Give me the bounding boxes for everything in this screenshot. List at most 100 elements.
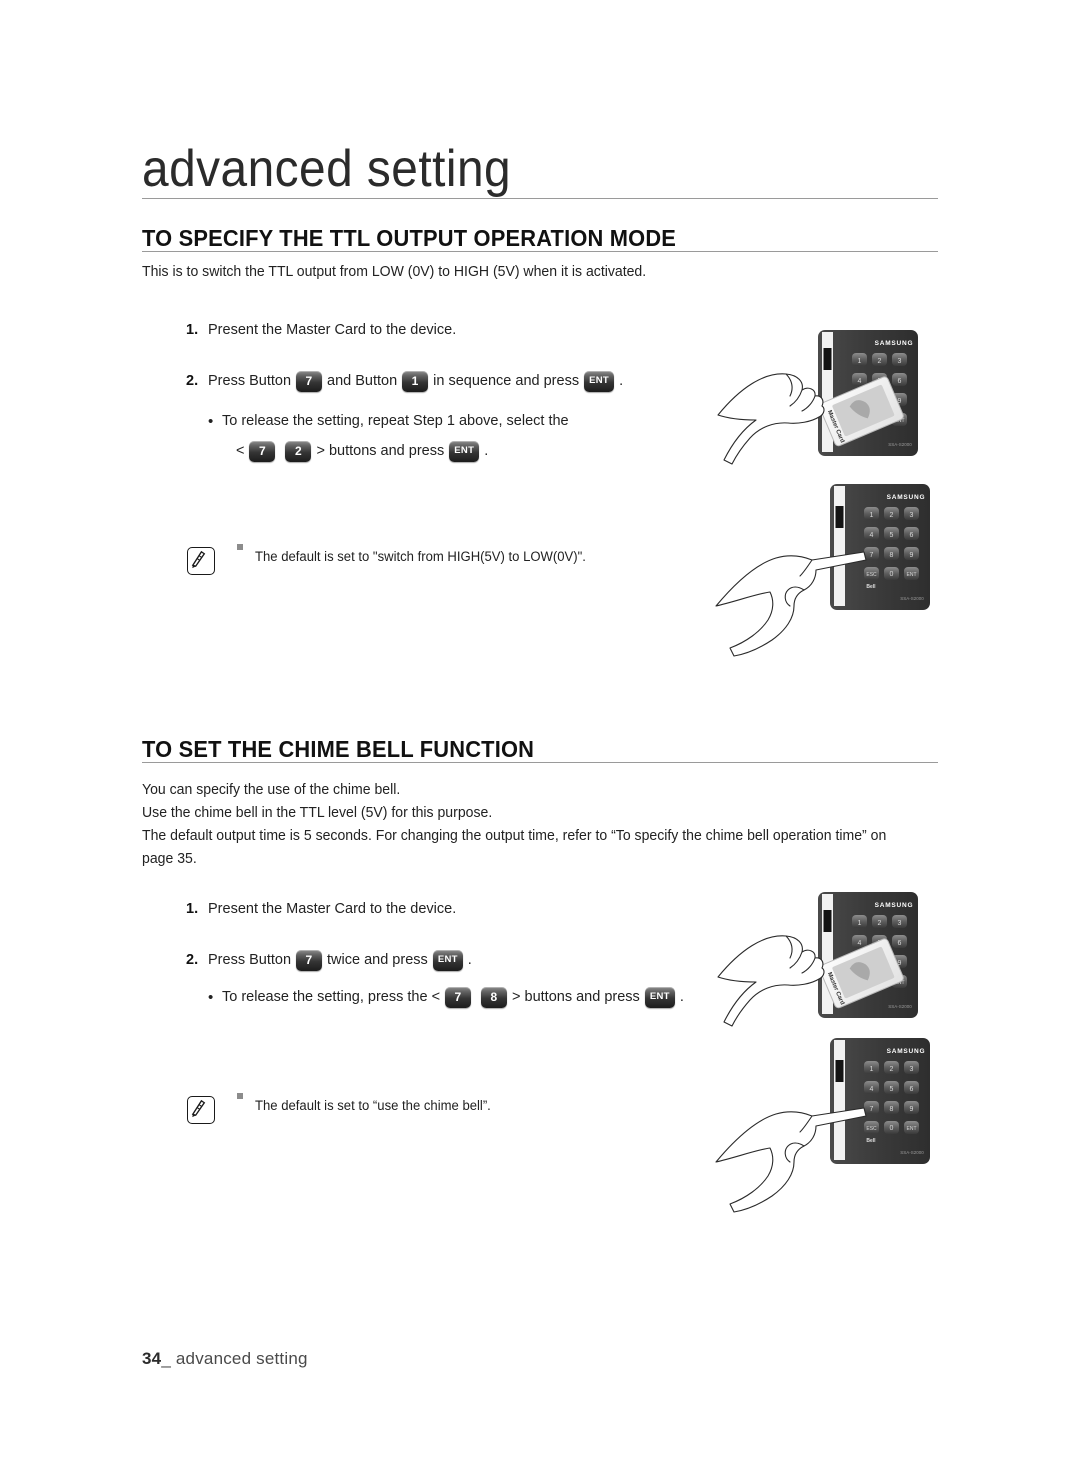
svg-text:SSA-S2000: SSA-S2000: [888, 1004, 912, 1009]
step-text-mid: and Button: [327, 373, 398, 389]
svg-text:1: 1: [870, 512, 874, 519]
svg-text:SSA-S2000: SSA-S2000: [900, 1150, 924, 1155]
note-block-default-ttl: The default is set to "switch from HIGH(…: [187, 544, 596, 575]
illustration-present-master-card: SAMSUNG 123 456 789 ESC0ENT Bell SSA-S20…: [712, 320, 962, 480]
bullet-dot-icon: •: [208, 412, 214, 430]
svg-text:4: 4: [858, 378, 862, 385]
step-text-pre: Press Button: [208, 373, 292, 389]
svg-text:ENT: ENT: [907, 1126, 917, 1132]
svg-text:SAMSUNG: SAMSUNG: [875, 902, 914, 909]
illustration-present-master-card: SAMSUNG 123 456 789 ESC0ENT Bell SSA-S20…: [712, 882, 962, 1042]
bullet-line-1: To release the setting, repeat Step 1 ab…: [222, 413, 569, 429]
svg-text:2: 2: [878, 920, 882, 927]
note-text: The default is set to "switch from HIGH(…: [255, 549, 586, 564]
note-square-bullet-icon: [237, 1093, 243, 1099]
note-pen-icon: [187, 547, 215, 575]
svg-text:1: 1: [858, 358, 862, 365]
svg-text:5: 5: [890, 1086, 894, 1093]
step-text: Present the Master Card to the device.: [208, 901, 457, 917]
svg-text:6: 6: [898, 378, 902, 385]
svg-text:0: 0: [890, 571, 894, 578]
chapter-title: advanced setting: [142, 140, 512, 198]
key-7-icon: 7: [249, 440, 276, 462]
chapter-title-rule: [142, 198, 938, 199]
svg-text:3: 3: [898, 920, 902, 927]
svg-text:0: 0: [890, 1125, 894, 1132]
svg-text:4: 4: [870, 532, 874, 539]
key-8-icon: 8: [481, 986, 508, 1008]
note-square-bullet-icon: [237, 544, 243, 550]
svg-text:4: 4: [858, 940, 862, 947]
key-7-icon: 7: [296, 949, 323, 971]
note-text: The default is set to “use the chime bel…: [255, 1098, 491, 1113]
step-1-present-card: 1. Present the Master Card to the device…: [186, 318, 456, 342]
svg-text:8: 8: [890, 552, 894, 559]
step-text: Present the Master Card to the device.: [208, 322, 457, 338]
key-7-icon: 7: [445, 986, 472, 1008]
key-7-icon: 7: [296, 370, 323, 392]
step-2-press-button-twice: 2. Press Button 7 twice and press ENT .: [186, 948, 472, 972]
step-text-pre: Press Button: [208, 952, 292, 968]
section-1-intro: This is to switch the TTL output from LO…: [142, 264, 647, 280]
svg-text:3: 3: [910, 1066, 914, 1073]
svg-text:ESC: ESC: [866, 572, 877, 578]
section-2-intro-line-3: The default output time is 5 seconds. Fo…: [142, 828, 887, 844]
key-ent-icon: ENT: [584, 370, 615, 392]
key-ent-icon: ENT: [432, 949, 463, 971]
illustration-press-button-seven: SAMSUNG 1 2 3 4 5 6 7 8 9 ESC 0 ENT Bell SSA-S20…: [712, 1032, 962, 1217]
svg-text:9: 9: [910, 1106, 914, 1113]
key-1-icon: 1: [402, 370, 429, 392]
svg-text:8: 8: [890, 1106, 894, 1113]
svg-text:SAMSUNG: SAMSUNG: [887, 494, 926, 501]
svg-text:ESC: ESC: [866, 1126, 877, 1132]
svg-text:6: 6: [910, 532, 914, 539]
svg-text:Bell: Bell: [866, 584, 876, 590]
bullet-line-2-mid: > buttons and press: [316, 443, 445, 459]
step-number: 2.: [186, 952, 199, 968]
svg-text:SAMSUNG: SAMSUNG: [887, 1048, 926, 1055]
footer-label: advanced setting: [175, 1349, 308, 1368]
section-2-intro-line-4: page 35.: [142, 851, 197, 867]
note-block-default-chime: The default is set to “use the chime bel…: [187, 1093, 498, 1124]
step-2-press-buttons: 2. Press Button 7 and Button 1 in sequen…: [186, 369, 623, 393]
bullet-release-setting-2: • To release the setting, press the < 7 …: [208, 984, 684, 1010]
svg-text:Bell: Bell: [866, 1138, 876, 1144]
svg-text:6: 6: [910, 1086, 914, 1093]
bullet-line-2-pre: <: [236, 443, 245, 459]
svg-text:5: 5: [890, 532, 894, 539]
section-rule-1: [142, 251, 938, 252]
bullet-line-pre: To release the setting, press the <: [222, 989, 441, 1005]
footer-underscore: _: [161, 1349, 171, 1368]
svg-text:7: 7: [870, 1106, 874, 1113]
svg-text:SAMSUNG: SAMSUNG: [875, 340, 914, 347]
step-number: 1.: [186, 322, 199, 338]
svg-text:7: 7: [870, 552, 874, 559]
step-text-post: in sequence and press: [433, 373, 580, 389]
svg-text:4: 4: [870, 1086, 874, 1093]
svg-text:6: 6: [898, 940, 902, 947]
document-page: advanced setting TO SPECIFY THE TTL OUTP…: [0, 0, 1080, 1479]
bullet-line-mid: > buttons and press: [512, 989, 640, 1005]
step-text-end: .: [467, 952, 472, 968]
footer-page-number: 34: [142, 1349, 162, 1368]
section-heading-chime-bell: TO SET THE CHIME BELL FUNCTION: [142, 736, 535, 762]
step-1-present-card: 1. Present the Master Card to the device…: [186, 897, 456, 921]
svg-text:SSA-S2000: SSA-S2000: [900, 596, 924, 601]
svg-text:1: 1: [858, 920, 862, 927]
bullet-dot-icon: •: [208, 988, 214, 1006]
section-heading-ttl-output: TO SPECIFY THE TTL OUTPUT OPERATION MODE: [142, 225, 677, 251]
step-number: 2.: [186, 373, 199, 389]
svg-text:2: 2: [890, 1066, 894, 1073]
svg-text:SSA-S2000: SSA-S2000: [888, 442, 912, 447]
svg-text:3: 3: [910, 512, 914, 519]
page-footer: 34_ advanced setting: [142, 1349, 308, 1369]
svg-text:3: 3: [898, 358, 902, 365]
step-text-end: .: [619, 373, 624, 389]
svg-text:2: 2: [878, 358, 882, 365]
section-rule-2: [142, 762, 938, 763]
note-pen-icon: [187, 1096, 215, 1124]
step-text-post: twice and press: [327, 952, 428, 968]
key-ent-icon: ENT: [644, 986, 675, 1008]
section-2-intro-line-2: Use the chime bell in the TTL level (5V)…: [142, 805, 493, 821]
bullet-line-2-end: .: [484, 443, 489, 459]
